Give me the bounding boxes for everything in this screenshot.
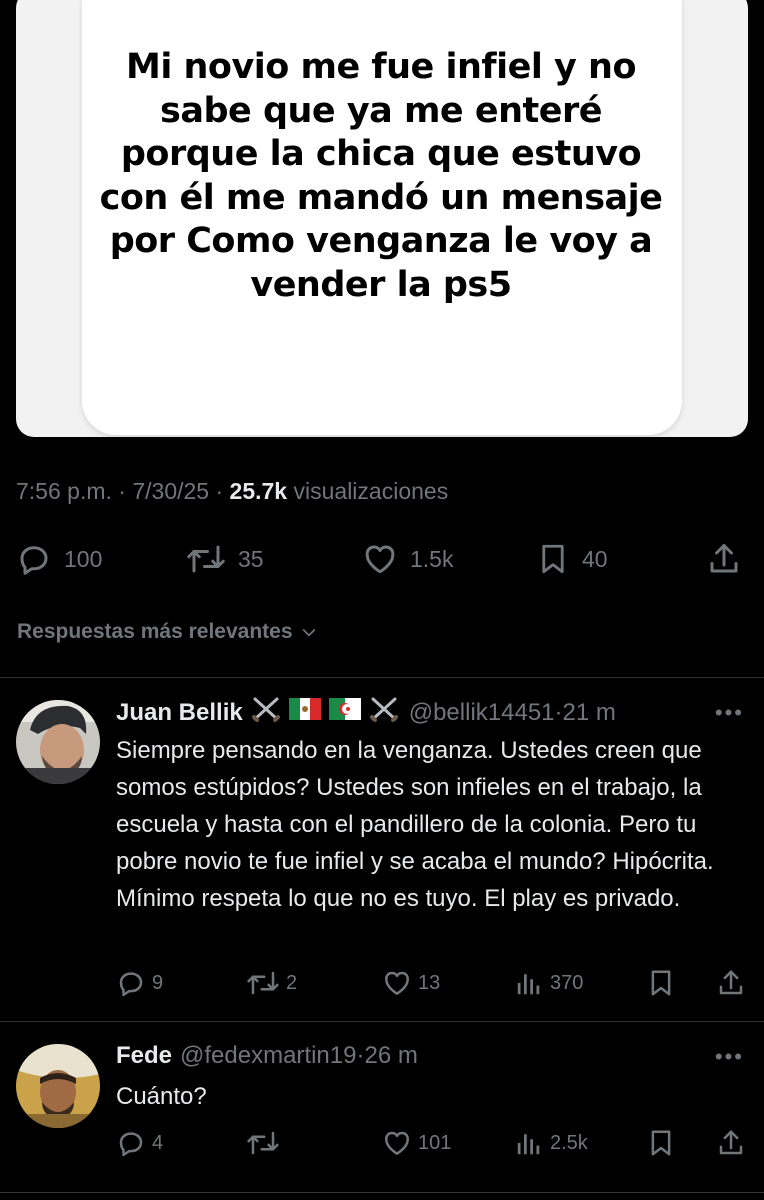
reply-author-handle[interactable]: @fedexmartin19 (180, 1042, 356, 1070)
chevron-down-icon (302, 628, 315, 637)
repost-icon (247, 1131, 279, 1155)
reply-reply-button[interactable]: 9 (116, 968, 163, 998)
share-icon (719, 970, 743, 995)
post-meta: 7:56 p.m. · 7/30/25 · 25.7k visualizacio… (16, 478, 449, 504)
reply-author-name[interactable]: Fede (116, 1042, 172, 1070)
reply-views-button[interactable]: 370 (514, 968, 583, 998)
bookmark-button[interactable]: 40 (536, 536, 608, 582)
repost-button[interactable]: 35 (186, 536, 264, 582)
like-icon (385, 1131, 409, 1155)
reply-author-handle[interactable]: @bellik14451 (409, 699, 555, 727)
mexico-flag-icon (288, 698, 321, 727)
views-count: 25.7k (229, 478, 288, 504)
reply-icon (20, 546, 48, 575)
reply-icon (119, 972, 143, 997)
reply-bookmark-button[interactable] (646, 1128, 676, 1158)
repost-icon (187, 545, 225, 573)
reply-text: Cuánto? (116, 1083, 207, 1110)
reply-button[interactable]: 100 (16, 536, 102, 582)
reply-icon (119, 1132, 143, 1157)
reply-views-button[interactable]: 2.5k (514, 1128, 588, 1158)
reply-item[interactable]: Juan Bellik @bellik14451 · 21 m ••• Siem… (0, 678, 764, 1020)
like-button[interactable]: 1.5k (362, 536, 453, 582)
reply-count: 100 (64, 545, 103, 572)
bookmark-icon (651, 1130, 671, 1156)
post-action-bar: 100 35 1.5k 40 (0, 536, 764, 582)
reply-header: Juan Bellik @bellik14451 · 21 m (116, 696, 616, 729)
avatar[interactable] (16, 700, 100, 784)
post-date[interactable]: 7/30/25 (132, 478, 209, 504)
like-icon (365, 545, 395, 574)
reply-reply-button[interactable]: 4 (116, 1128, 163, 1158)
like-icon (385, 971, 409, 995)
more-icon[interactable]: ••• (715, 1044, 744, 1070)
reply-header: Fede @fedexmartin19 · 26 m (116, 1042, 418, 1070)
repost-count: 35 (238, 545, 264, 572)
reply-share-button[interactable] (716, 968, 746, 998)
post-media-image[interactable]: Mi novio me fue infiel y no sabe que ya … (16, 0, 748, 437)
swords-icon (369, 696, 399, 729)
reply-item[interactable]: Fede @fedexmartin19 · 26 m ••• Cuánto? 4… (0, 1022, 764, 1192)
more-icon[interactable]: ••• (715, 700, 744, 726)
share-button[interactable] (706, 536, 742, 582)
post-time[interactable]: 7:56 p.m. (16, 478, 112, 504)
reply-time[interactable]: 21 m (563, 699, 616, 727)
reply-like-button[interactable]: 101 (382, 1128, 451, 1158)
reply-repost-button[interactable] (246, 1128, 286, 1158)
bookmark-icon (542, 544, 564, 574)
replies-sort-selector[interactable]: Respuestas más relevantes (17, 620, 319, 644)
reply-text: Siempre pensando en la venganza. Ustedes… (116, 737, 714, 912)
reply-author-name[interactable]: Juan Bellik (116, 699, 243, 727)
repost-icon (247, 971, 279, 995)
bookmark-count: 40 (582, 545, 608, 572)
like-count: 1.5k (410, 545, 454, 572)
divider (0, 1192, 764, 1193)
views-icon (517, 1134, 540, 1155)
reply-like-button[interactable]: 13 (382, 968, 440, 998)
reply-repost-button[interactable]: 2 (246, 968, 297, 998)
reply-time[interactable]: 26 m (364, 1042, 417, 1070)
bookmark-icon (651, 970, 671, 996)
image-caption-text: Mi novio me fue infiel y no sabe que ya … (99, 47, 663, 305)
avatar[interactable] (16, 1044, 100, 1128)
share-icon (719, 1130, 743, 1155)
swords-icon (251, 696, 281, 729)
algeria-flag-icon (328, 698, 361, 727)
reply-share-button[interactable] (716, 1128, 746, 1158)
views-label: visualizaciones (293, 478, 449, 504)
reply-bookmark-button[interactable] (646, 968, 676, 998)
views-icon (517, 974, 540, 995)
share-icon (710, 544, 738, 573)
